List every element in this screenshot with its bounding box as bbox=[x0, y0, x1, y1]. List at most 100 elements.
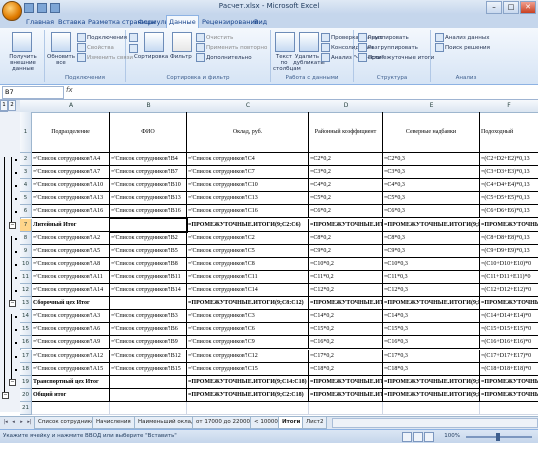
cell-e[interactable]: =ПРОМЕЖУТОЧНЫЕ.ИТОГИ(9;E bbox=[383, 297, 480, 311]
advanced-button[interactable]: Дополнительно bbox=[196, 53, 252, 62]
cell-c[interactable]: ='Список сотрудников'!C9 bbox=[187, 336, 309, 350]
cell-f[interactable] bbox=[480, 402, 538, 415]
cell-f[interactable]: =ПРОМЕЖУТОЧНЫ bbox=[480, 376, 538, 389]
row-header[interactable]: 21 bbox=[20, 401, 32, 415]
connections-button[interactable]: Подключения bbox=[77, 33, 127, 42]
row-header[interactable]: 9 bbox=[20, 244, 32, 258]
close-button[interactable]: ✕ bbox=[520, 1, 536, 14]
cell-a[interactable]: ='Список сотрудников'!A3 bbox=[32, 310, 110, 324]
cell-b[interactable]: ='Список сотрудников'!B4 bbox=[110, 153, 187, 167]
cell-f[interactable]: =(C10+D10+E10)*0 bbox=[480, 258, 538, 271]
cell-d[interactable]: =C11*0,2 bbox=[309, 270, 383, 284]
cell-b[interactable]: ='Список сотрудников'!B13 bbox=[110, 192, 187, 206]
cell-e[interactable]: =C5*0,3 bbox=[383, 192, 480, 206]
cell-f[interactable]: =(C16+D16+E16)*0 bbox=[480, 336, 538, 350]
cell-d[interactable]: =C6*0,2 bbox=[309, 205, 383, 219]
sheet-tab-totals[interactable]: Итоги bbox=[278, 417, 305, 429]
cell-c[interactable]: ='Список сотрудников'!C11 bbox=[187, 270, 309, 284]
cell-b[interactable]: ='Список сотрудников'!B7 bbox=[110, 166, 187, 180]
cell-f[interactable]: =(C14+D14+E14)*0 bbox=[480, 310, 538, 324]
cell-b[interactable] bbox=[110, 375, 187, 389]
cell-f[interactable]: =(C12+D12+E12)*0 bbox=[480, 284, 538, 298]
cell-a[interactable]: ='Список сотрудников'!A8 bbox=[32, 257, 110, 271]
tab-insert[interactable]: Вставка bbox=[56, 16, 88, 28]
horizontal-scrollbar[interactable] bbox=[332, 418, 538, 428]
cell-d[interactable]: =C14*0,2 bbox=[309, 310, 383, 324]
row-header[interactable]: 7 bbox=[20, 218, 32, 232]
row-header[interactable]: 6 bbox=[20, 205, 32, 219]
cell-a[interactable]: Литейный Итог bbox=[32, 218, 110, 232]
zoom-level[interactable]: 100% bbox=[444, 433, 460, 439]
sheet-tab-accruals[interactable]: Начисления bbox=[92, 417, 135, 429]
cell-e[interactable]: =C10*0,3 bbox=[383, 257, 480, 271]
cell-e[interactable]: =C18*0,3 bbox=[383, 362, 480, 376]
sheet-tab-lowest-salary[interactable]: Наименьший оклад bbox=[134, 417, 199, 429]
page-layout-view-icon[interactable] bbox=[413, 432, 423, 442]
undo-icon[interactable] bbox=[37, 3, 47, 13]
cell-a[interactable]: Сборочный цех Итог bbox=[32, 297, 110, 311]
cell-f[interactable]: =(C17+D17+E17)*0 bbox=[480, 350, 538, 363]
sort-az-button[interactable] bbox=[129, 33, 139, 42]
collapse-all-button[interactable]: − bbox=[2, 391, 9, 399]
cell-f[interactable]: =(C3+D3+E3)*0,13 bbox=[480, 166, 538, 180]
cell-d[interactable]: =C10*0,2 bbox=[309, 257, 383, 271]
header-cell-e[interactable]: Северные надбавки bbox=[383, 112, 480, 153]
outline-level-2[interactable]: 2 bbox=[8, 100, 16, 111]
cell-f[interactable]: =(C15+D15+E15)*0 bbox=[480, 323, 538, 337]
collapse-group-button[interactable]: − bbox=[9, 221, 16, 229]
cell-a[interactable]: ='Список сотрудников'!A2 bbox=[32, 231, 110, 245]
cell-c[interactable] bbox=[187, 401, 309, 415]
cell-f[interactable]: =(C5+D5+E5)*0,13 bbox=[480, 192, 538, 206]
office-button[interactable] bbox=[2, 1, 22, 21]
cell-c[interactable]: =ПРОМЕЖУТОЧНЫЕ.ИТОГИ(9;C2:C6) bbox=[187, 218, 309, 232]
zoom-slider[interactable] bbox=[466, 433, 532, 441]
cell-a[interactable]: ='Список сотрудников'!A6 bbox=[32, 323, 110, 337]
cell-f[interactable]: =(C9+D9+E9)*0,13 bbox=[480, 245, 538, 258]
name-box[interactable]: B7 bbox=[2, 86, 64, 99]
save-icon[interactable] bbox=[24, 3, 34, 13]
cell-c[interactable]: ='Список сотрудников'!C15 bbox=[187, 362, 309, 376]
cell-a[interactable]: ='Список сотрудников'!A13 bbox=[32, 192, 110, 206]
cell-e[interactable]: =C11*0,3 bbox=[383, 270, 480, 284]
row-header[interactable]: 11 bbox=[20, 270, 32, 284]
cell-d[interactable]: =C9*0,2 bbox=[309, 244, 383, 258]
last-sheet-icon[interactable]: ▸| bbox=[26, 419, 33, 426]
maximize-button[interactable]: □ bbox=[503, 1, 519, 14]
cell-a[interactable]: Транспортный цех Итог bbox=[32, 375, 110, 389]
cell-a[interactable] bbox=[32, 401, 110, 415]
cell-e[interactable]: =C8*0,3 bbox=[383, 231, 480, 245]
cell-b[interactable]: ='Список сотрудников'!B3 bbox=[110, 310, 187, 324]
cell-b[interactable]: ='Список сотрудников'!B2 bbox=[110, 231, 187, 245]
cell-b[interactable] bbox=[110, 297, 187, 311]
cell-e[interactable]: =C6*0,3 bbox=[383, 205, 480, 219]
cell-e[interactable]: =C9*0,3 bbox=[383, 244, 480, 258]
cell-d[interactable]: =ПРОМЕЖУТОЧНЫЕ.ИТ bbox=[309, 388, 383, 402]
sort-za-button[interactable] bbox=[129, 44, 139, 53]
sheet-tab-sheet2[interactable]: Лист2 bbox=[302, 417, 328, 429]
sheet-tab-range[interactable]: от 17000 до 22000 bbox=[192, 417, 254, 429]
text-to-columns-button[interactable]: Текст по столбцам bbox=[273, 54, 301, 72]
cell-b[interactable]: ='Список сотрудников'!B16 bbox=[110, 205, 187, 219]
next-sheet-icon[interactable]: ▸ bbox=[18, 419, 25, 426]
cell-d[interactable]: =C17*0,2 bbox=[309, 349, 383, 363]
get-external-data-button[interactable]: Получить внешние данные bbox=[2, 54, 44, 72]
header-cell-d[interactable]: Районный коэффициент bbox=[309, 112, 383, 153]
subtotal-button[interactable]: Промежуточные итоги bbox=[358, 53, 434, 62]
edit-links-button[interactable]: Изменить связи bbox=[77, 53, 133, 62]
cell-c[interactable]: ='Список сотрудников'!C6 bbox=[187, 323, 309, 337]
cell-a[interactable]: ='Список сотрудников'!A4 bbox=[32, 153, 110, 167]
cell-f[interactable]: =(C11+D11+E11)*0 bbox=[480, 271, 538, 284]
cell-c[interactable]: ='Список сотрудников'!C14 bbox=[187, 284, 309, 298]
cell-c[interactable]: ='Список сотрудников'!C2 bbox=[187, 231, 309, 245]
outline-level-1[interactable]: 1 bbox=[0, 100, 8, 111]
cell-e[interactable] bbox=[383, 401, 480, 415]
cell-d[interactable]: =C15*0,2 bbox=[309, 323, 383, 337]
cell-b[interactable]: ='Список сотрудников'!B8 bbox=[110, 257, 187, 271]
cell-d[interactable]: =ПРОМЕЖУТОЧНЫЕ.ИТ bbox=[309, 375, 383, 389]
redo-icon[interactable] bbox=[50, 3, 60, 13]
cell-e[interactable]: =C16*0,3 bbox=[383, 336, 480, 350]
row-header[interactable]: 16 bbox=[20, 336, 32, 350]
row-header[interactable]: 10 bbox=[20, 257, 32, 271]
cell-a[interactable]: ='Список сотрудников'!A15 bbox=[32, 362, 110, 376]
cell-f[interactable]: =ПРОМЕЖУТОЧНЫ bbox=[480, 389, 538, 402]
